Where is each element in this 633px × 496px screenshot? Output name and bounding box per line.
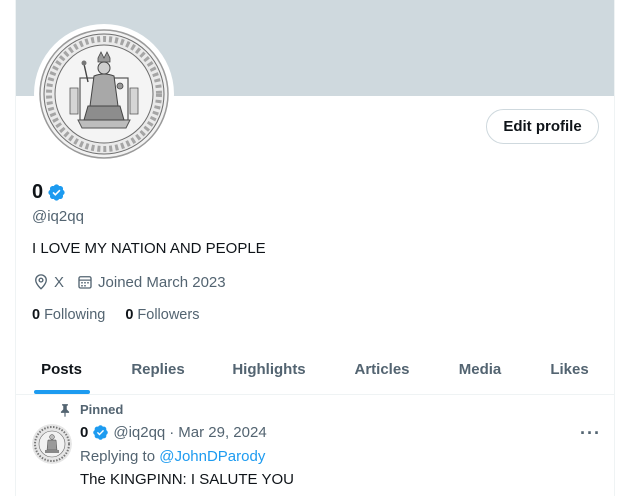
tab-label: Media: [458, 360, 502, 378]
following-count: 0: [32, 307, 41, 323]
tab-label: Replies: [131, 360, 185, 378]
post-author-handle[interactable]: @iq2qq: [113, 424, 165, 441]
profile-column: Edit profile 0 @iq2qq I LOVE MY NATION A…: [15, 0, 615, 496]
post-author-name[interactable]: 0: [80, 424, 88, 441]
pinned-indicator: Pinned: [58, 402, 123, 417]
following-label: Following: [44, 307, 106, 323]
pinned-label: Pinned: [80, 402, 124, 417]
verified-badge-icon[interactable]: [47, 183, 66, 202]
location-text: X: [54, 273, 65, 291]
follow-stats: 0 Following 0 Followers: [32, 307, 219, 323]
post-separator: ·: [169, 424, 175, 441]
followers-count: 0: [125, 307, 134, 323]
replying-to-line: Replying to @JohnDParody: [80, 448, 265, 465]
post-avatar[interactable]: [32, 424, 72, 464]
profile-bio: I LOVE MY NATION AND PEOPLE: [32, 240, 266, 257]
more-options-icon[interactable]: ···: [580, 423, 601, 444]
joined-text: Joined March 2023: [98, 273, 226, 291]
tab-posts[interactable]: Posts: [16, 344, 107, 394]
profile-meta-row: X Joined March 2023: [32, 273, 238, 291]
profile-location: X: [32, 273, 64, 291]
active-tab-indicator: [33, 390, 90, 394]
verified-badge-icon[interactable]: [92, 424, 109, 441]
tab-articles[interactable]: Articles: [329, 344, 435, 394]
profile-handle: @iq2qq: [32, 208, 84, 225]
tab-label: Likes: [550, 360, 589, 378]
post-text: The KINGPINN: I SALUTE YOU: [80, 471, 294, 488]
royal-seal-avatar: [32, 424, 72, 464]
tab-label: Highlights: [232, 360, 306, 378]
tab-media[interactable]: Media: [435, 344, 525, 394]
profile-joined: Joined March 2023: [76, 273, 226, 291]
profile-display-name: 0: [32, 181, 44, 203]
location-pin-icon: [35, 274, 47, 290]
replying-prefix: Replying to: [80, 448, 156, 465]
calendar-icon: [78, 276, 92, 289]
profile-name-row: 0: [32, 181, 66, 204]
royal-seal-avatar: [39, 29, 169, 159]
pin-icon: [60, 403, 70, 417]
profile-avatar[interactable]: [34, 24, 174, 164]
edit-profile-button[interactable]: Edit profile: [486, 109, 599, 144]
following-link[interactable]: 0 Following: [32, 307, 105, 323]
tab-label: Articles: [354, 360, 410, 378]
tab-likes[interactable]: Likes: [525, 344, 614, 394]
followers-label: Followers: [137, 307, 200, 323]
tab-label: Posts: [41, 360, 82, 378]
tab-replies[interactable]: Replies: [107, 344, 209, 394]
post-header: 0 @iq2qq · Mar 29, 2024: [80, 424, 267, 441]
post-date[interactable]: Mar 29, 2024: [178, 424, 266, 441]
tab-highlights[interactable]: Highlights: [209, 344, 329, 394]
followers-link[interactable]: 0 Followers: [125, 307, 199, 323]
profile-tabs: Posts Replies Highlights Articles Media …: [16, 344, 614, 395]
replying-mention-link[interactable]: @JohnDParody: [159, 448, 265, 465]
